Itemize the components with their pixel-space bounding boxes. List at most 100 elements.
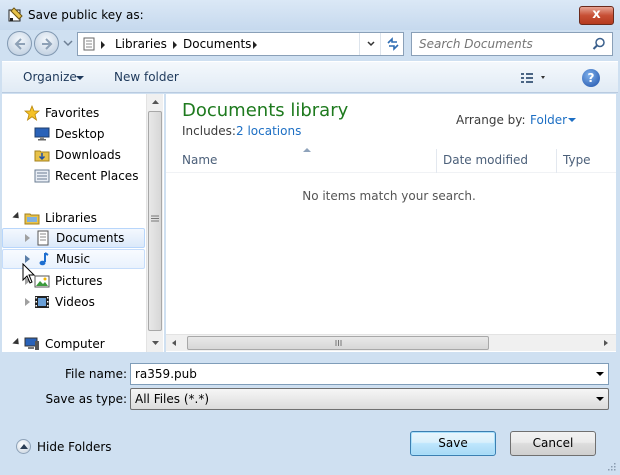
column-date-modified-header[interactable]: Date modified <box>443 149 528 173</box>
folder-location-icon <box>83 37 95 51</box>
back-button[interactable] <box>7 31 32 56</box>
save-type-label: Save as type: <box>45 392 127 406</box>
arrange-caret-icon[interactable] <box>568 118 576 122</box>
nav-favorites-label: Favorites <box>45 106 100 120</box>
collapse-up-icon[interactable] <box>16 439 31 454</box>
nav-pictures-label: Pictures <box>55 274 103 288</box>
save-type-select[interactable]: All Files (*.*) <box>130 388 609 410</box>
mouse-cursor-icon <box>22 263 36 284</box>
breadcrumb-libraries[interactable]: Libraries <box>115 37 167 51</box>
horizontal-scrollbar[interactable] <box>166 334 616 351</box>
expand-documents-icon[interactable] <box>25 234 30 242</box>
file-list-pane[interactable]: Documents library Includes: 2 locations … <box>166 94 616 352</box>
expand-computer-icon[interactable] <box>12 337 22 348</box>
chevron-down-icon[interactable] <box>596 372 604 376</box>
nav-recent-places[interactable]: Recent Places <box>2 166 145 186</box>
expand-music-icon[interactable] <box>25 255 30 263</box>
column-type-header[interactable]: Type <box>563 149 591 173</box>
nav-favorites[interactable]: Favorites <box>2 103 145 123</box>
libraries-icon <box>24 213 40 225</box>
help-button[interactable]: ? <box>582 69 600 87</box>
scroll-down-icon[interactable] <box>148 335 163 350</box>
scroll-up-icon[interactable] <box>148 95 163 110</box>
scroll-right-icon[interactable] <box>604 340 608 346</box>
new-folder-button[interactable]: New folder <box>114 70 179 84</box>
videos-filmstrip-icon <box>35 296 49 308</box>
search-icon[interactable] <box>592 37 606 51</box>
scroll-grip-icon <box>335 340 342 346</box>
empty-state-message: No items match your search. <box>302 189 476 203</box>
desktop-icon <box>34 127 50 141</box>
hide-folders-label[interactable]: Hide Folders <box>37 440 112 454</box>
recent-places-icon <box>34 169 50 183</box>
column-name-header[interactable]: Name <box>182 149 217 173</box>
nav-downloads[interactable]: Downloads <box>2 145 145 165</box>
window-title: Save public key as: <box>28 8 144 22</box>
music-note-icon <box>39 252 49 266</box>
title-bar: Save public key as: x <box>0 0 620 30</box>
library-title: Documents library <box>182 100 349 121</box>
arrange-by-dropdown[interactable]: Folder <box>530 113 567 127</box>
computer-icon <box>24 337 39 350</box>
search-box[interactable] <box>411 32 613 56</box>
nav-recent-places-label: Recent Places <box>55 169 139 183</box>
refresh-icon-button[interactable] <box>380 33 404 55</box>
organize-caret-icon[interactable] <box>76 76 84 80</box>
refresh-icon <box>387 37 399 51</box>
filename-row: File name: <box>0 363 620 385</box>
expand-libraries-icon[interactable] <box>12 211 22 222</box>
nav-computer[interactable]: Computer <box>2 334 145 352</box>
organize-button[interactable]: Organize <box>23 70 77 84</box>
back-arrow-icon <box>14 38 25 50</box>
navigation-scroll-thumb[interactable] <box>148 111 162 331</box>
navigation-scrollbar[interactable] <box>146 94 163 352</box>
breadcrumb-separator-icon[interactable] <box>173 41 177 49</box>
navigation-pane[interactable]: Favorites Desktop Downloads Recent Place… <box>2 94 164 352</box>
expand-videos-icon[interactable] <box>25 298 30 306</box>
column-divider[interactable] <box>436 149 437 173</box>
library-includes-label: Includes: <box>182 124 236 138</box>
nav-downloads-label: Downloads <box>55 148 121 162</box>
breadcrumb-separator-icon[interactable] <box>253 41 257 49</box>
forward-arrow-icon <box>42 38 53 50</box>
column-divider[interactable] <box>556 149 557 173</box>
filename-combobox[interactable] <box>130 363 609 385</box>
nav-documents[interactable]: Documents <box>2 228 145 248</box>
refresh-button[interactable] <box>359 33 381 55</box>
recent-pages-chevron-icon[interactable] <box>63 38 73 48</box>
key-app-icon <box>8 7 23 22</box>
filename-label: File name: <box>65 367 127 381</box>
downloads-folder-icon <box>34 150 50 162</box>
save-type-value: All Files (*.*) <box>135 392 210 406</box>
horizontal-scroll-thumb[interactable] <box>187 336 489 350</box>
cancel-button[interactable]: Cancel <box>510 431 596 456</box>
filename-input[interactable] <box>131 364 586 384</box>
column-headers <box>166 149 616 173</box>
close-button[interactable]: x <box>579 6 614 25</box>
breadcrumb-separator-icon[interactable] <box>101 41 105 49</box>
nav-videos[interactable]: Videos <box>2 292 145 312</box>
nav-music-label: Music <box>56 252 91 266</box>
nav-videos-label: Videos <box>55 295 95 309</box>
save-button[interactable]: Save <box>410 431 496 456</box>
address-bar[interactable]: Libraries Documents <box>77 32 404 56</box>
scroll-grip-icon <box>151 215 159 222</box>
nav-libraries[interactable]: Libraries <box>2 208 145 228</box>
breadcrumb-documents[interactable]: Documents <box>183 37 251 51</box>
nav-desktop-label: Desktop <box>55 127 105 141</box>
scroll-left-icon[interactable] <box>172 340 176 346</box>
forward-button[interactable] <box>34 31 59 56</box>
documents-library-icon <box>37 230 49 246</box>
favorites-star-icon <box>24 105 40 121</box>
chevron-down-icon <box>367 41 375 47</box>
chevron-down-icon[interactable] <box>596 397 604 401</box>
nav-desktop[interactable]: Desktop <box>2 124 145 144</box>
nav-documents-label: Documents <box>56 231 125 245</box>
arrange-by-label: Arrange by: <box>456 113 526 127</box>
pictures-icon <box>34 275 50 288</box>
library-locations-link[interactable]: 2 locations <box>236 124 301 138</box>
resize-grip-icon[interactable] <box>606 461 616 471</box>
view-options-icon[interactable] <box>520 71 550 85</box>
search-input[interactable] <box>412 33 588 55</box>
save-type-row: Save as type: All Files (*.*) <box>0 388 620 410</box>
